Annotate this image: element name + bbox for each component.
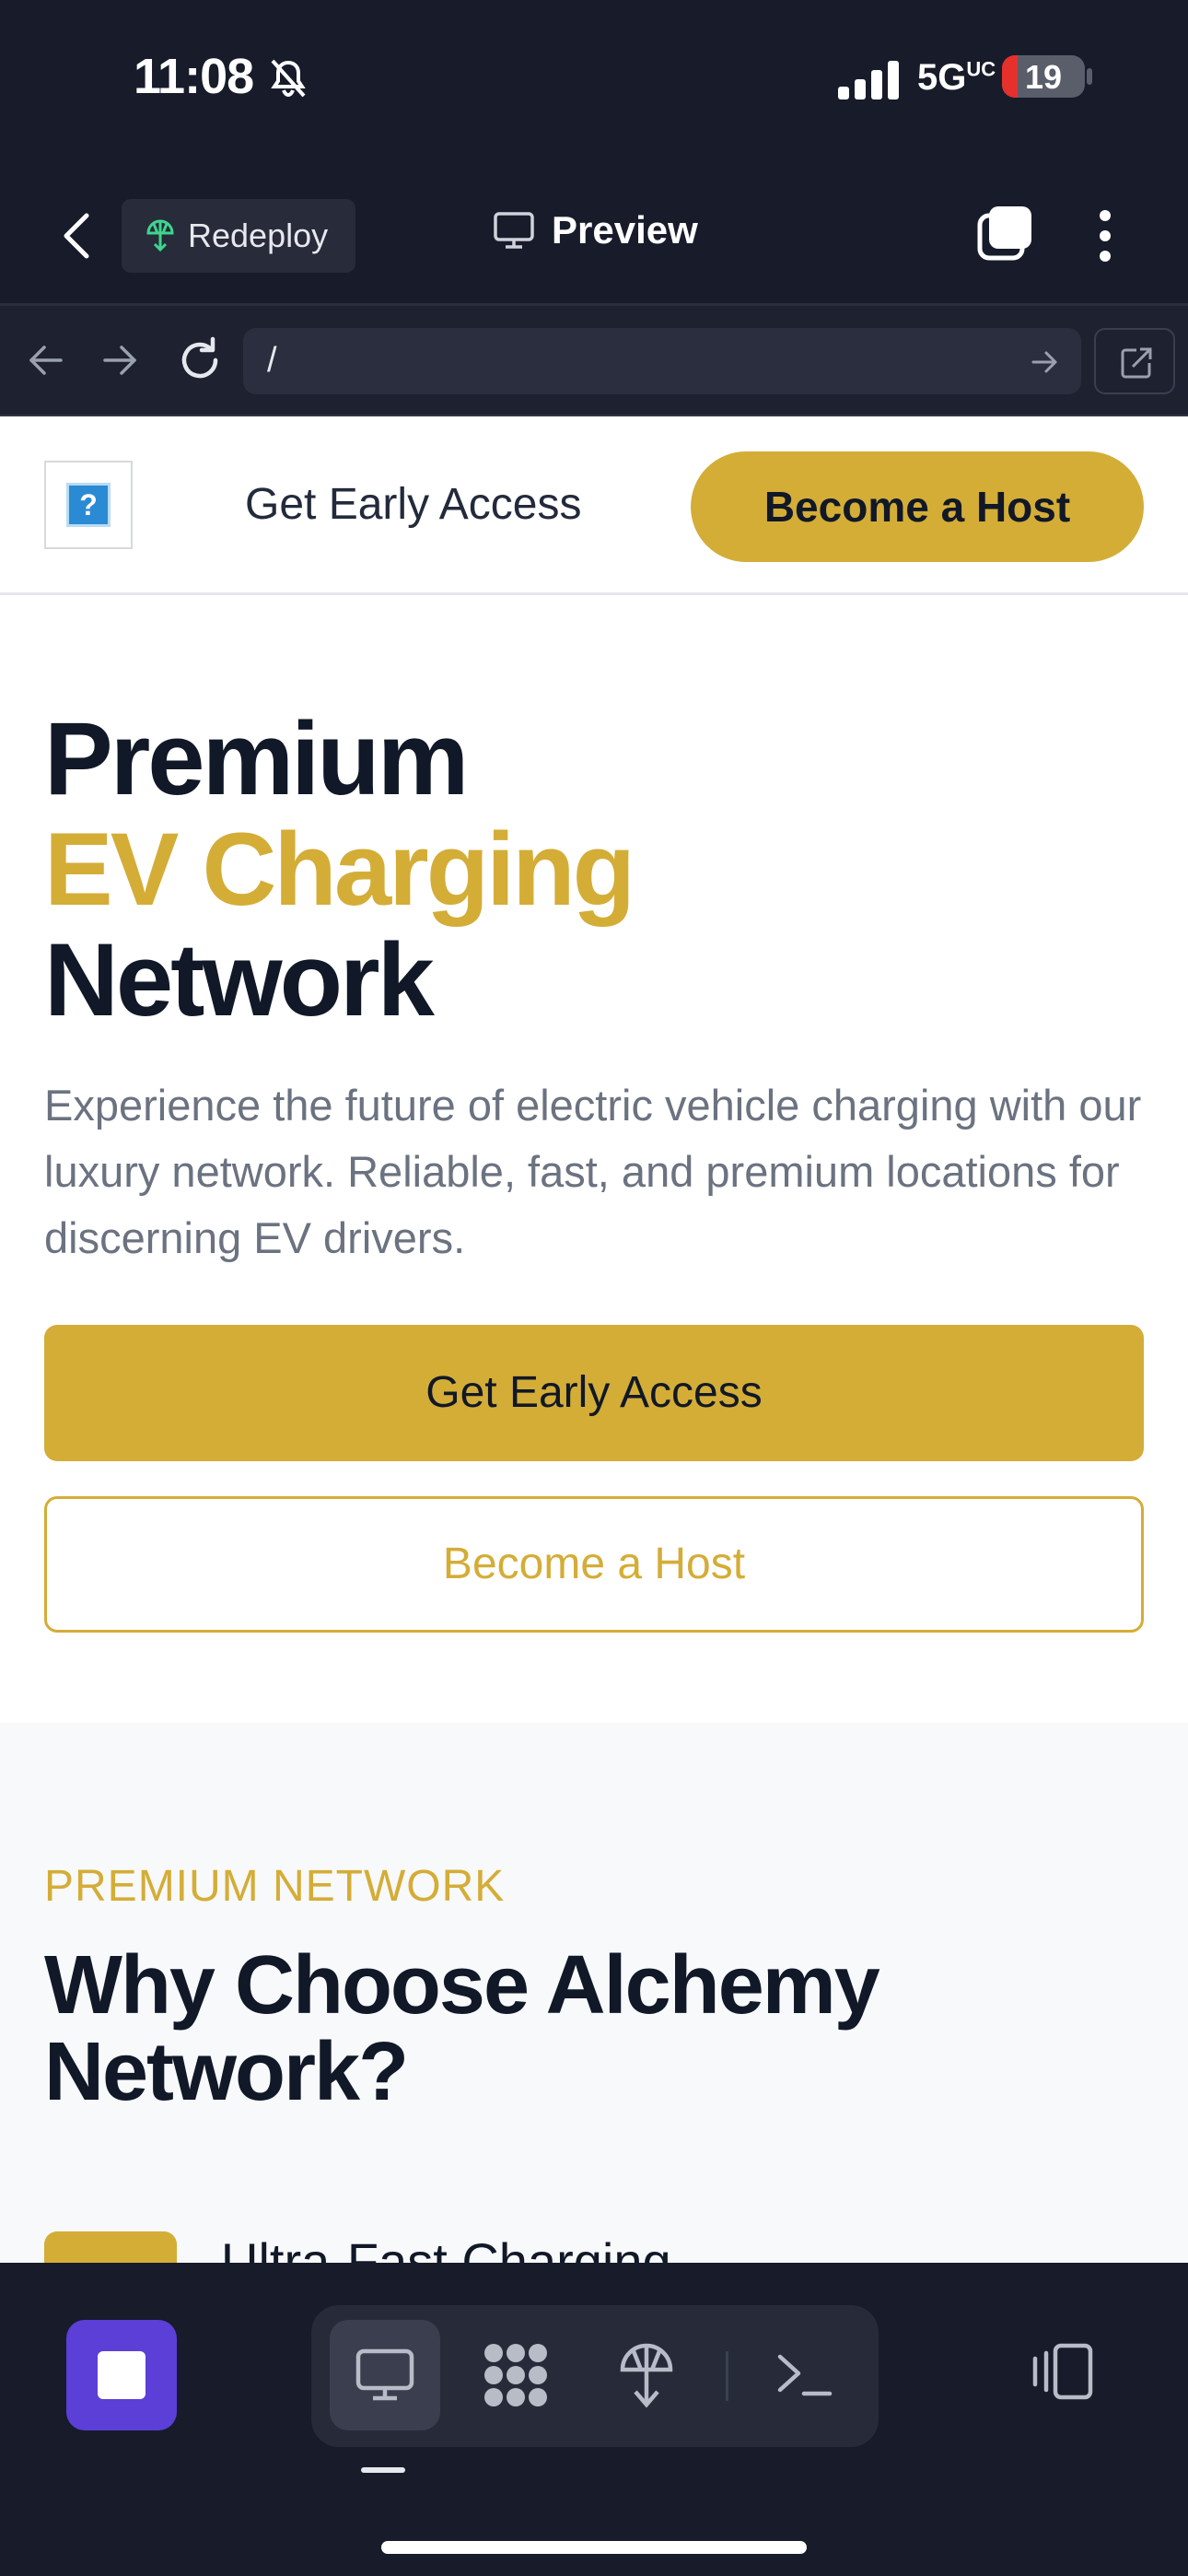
chevron-left-icon [64, 213, 89, 259]
monitor-icon [494, 212, 534, 249]
more-vertical-icon [1100, 210, 1111, 262]
arrow-right-icon [103, 345, 136, 375]
site-navbar: ? Get Early Access Become a Host [0, 416, 1188, 595]
browser-forward-button[interactable] [99, 339, 142, 381]
hero-description: Experience the future of electric vehicl… [44, 1081, 1142, 1262]
apps-icon [484, 2344, 547, 2406]
feature-title: Ultra-Fast Charging [221, 2232, 671, 2263]
battery-indicator: 19 [1002, 55, 1085, 98]
terminal-icon [777, 2354, 833, 2396]
arrow-left-icon [29, 345, 63, 375]
battery-cap [1087, 68, 1092, 85]
section-eyebrow: PREMIUM NETWORK [44, 1862, 506, 1911]
tabs-button[interactable] [976, 205, 1035, 263]
external-link-icon [1121, 347, 1152, 379]
back-button[interactable] [55, 208, 101, 263]
active-tab-indicator [361, 2467, 405, 2473]
tab-terminal[interactable] [750, 2320, 860, 2430]
site-logo[interactable]: ? [44, 461, 133, 549]
status-bar: 11:08 5GUC 19 [0, 0, 1188, 166]
tab-preview[interactable] [330, 2320, 440, 2430]
network-type: 5GUC [917, 57, 996, 98]
deploy-icon [620, 2343, 673, 2408]
battery-percent: 19 [1024, 58, 1063, 96]
nav-become-host-button[interactable]: Become a Host [691, 451, 1144, 562]
deploy-icon [146, 219, 174, 252]
redeploy-label: Redeploy [188, 217, 329, 254]
redeploy-button[interactable]: Redeploy [122, 199, 355, 273]
reload-button[interactable] [175, 335, 225, 385]
silent-bell-icon [267, 57, 309, 100]
reload-icon [181, 336, 218, 379]
get-early-access-button[interactable]: Get Early Access [44, 1325, 1144, 1461]
view-switcher [311, 2305, 879, 2447]
url-go-button[interactable] [1030, 346, 1061, 378]
tab-deploy[interactable] [591, 2320, 702, 2430]
monitor-icon [355, 2348, 414, 2401]
url-text: / [267, 341, 277, 380]
bottom-toolbar [0, 2263, 1188, 2576]
cellular-signal-icon [836, 59, 903, 100]
url-input[interactable]: / [243, 328, 1081, 394]
preview-label: Preview [552, 208, 698, 252]
tab-divider [726, 2351, 728, 2401]
hero-title-line1: Premium [44, 701, 469, 816]
preview-title: Preview [493, 208, 698, 252]
stop-button[interactable] [66, 2320, 177, 2430]
stop-icon [98, 2351, 146, 2399]
section-heading: Why Choose Alchemy Network? [44, 1939, 880, 2118]
hero-title-highlight: EV Charging [44, 812, 635, 927]
become-host-button[interactable]: Become a Host [44, 1496, 1144, 1633]
browser-back-button[interactable] [24, 339, 66, 381]
feature-icon [44, 2231, 177, 2263]
app-header: Redeploy Preview [0, 166, 1188, 306]
tabs-icon [977, 206, 1031, 261]
home-indicator [381, 2541, 807, 2554]
device-rotate-icon [1032, 2343, 1093, 2400]
more-menu-button[interactable] [1089, 206, 1122, 265]
features-section: PREMIUM NETWORK Why Choose Alchemy Netwo… [0, 1723, 1188, 2263]
tab-apps[interactable] [460, 2320, 571, 2430]
hero-title-line3: Network [44, 922, 435, 1037]
hero-section: Premium EV Charging Network Experience t… [0, 595, 1188, 1723]
arrow-right-icon [1031, 351, 1057, 373]
broken-image-icon: ? [66, 483, 111, 527]
status-time: 11:08 [134, 49, 254, 104]
device-toggle-button[interactable] [1028, 2342, 1094, 2401]
nav-early-access-link[interactable]: Get Early Access [245, 479, 581, 530]
browser-bar: / [0, 306, 1188, 416]
open-external-button[interactable] [1094, 328, 1175, 394]
